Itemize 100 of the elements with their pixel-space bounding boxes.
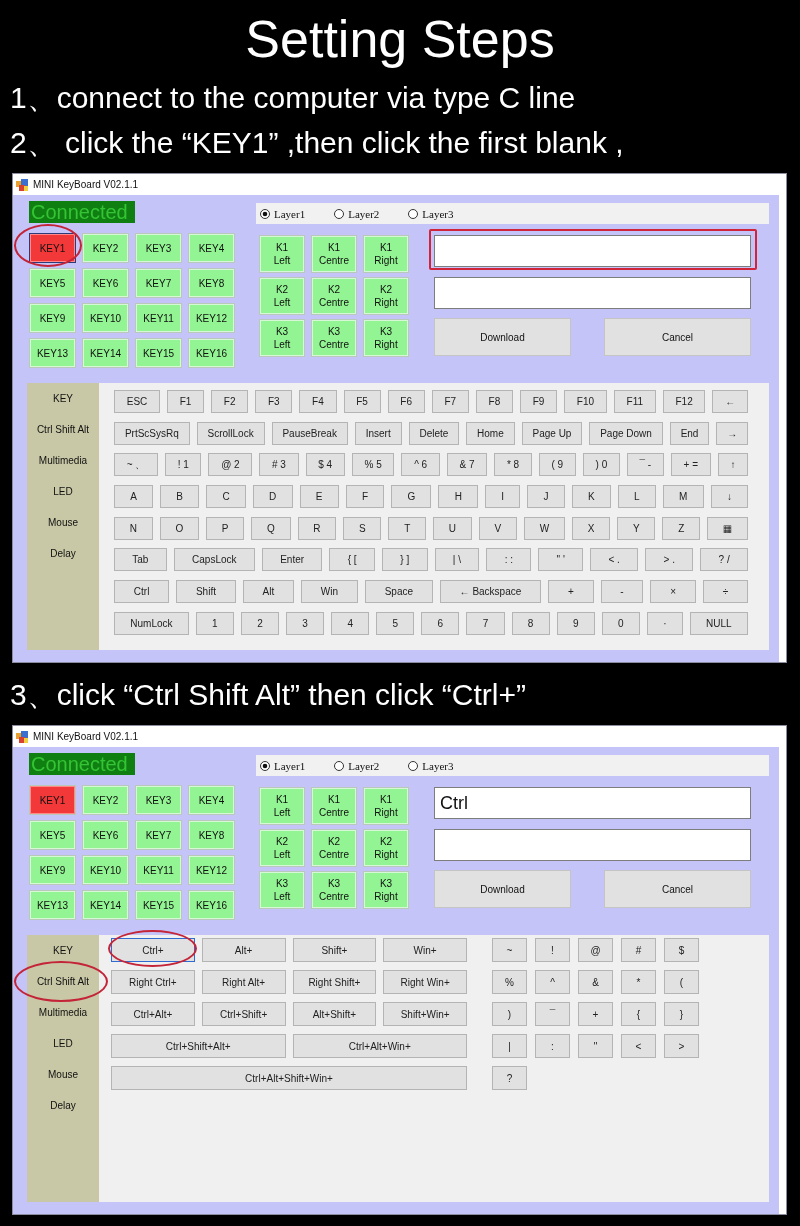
keyboard-key[interactable]: H	[438, 485, 479, 509]
sidebar-tab[interactable]: KEY	[27, 935, 99, 966]
modifier-button[interactable]: Right Win+	[383, 970, 467, 994]
knob-key-button[interactable]: K3 Right	[363, 871, 409, 909]
radio-icon[interactable]	[408, 760, 419, 771]
key-button[interactable]: KEY15	[135, 338, 182, 368]
keyboard-key[interactable]: R	[297, 516, 337, 540]
symbol-key[interactable]: ¯	[535, 1002, 570, 1026]
keyboard-key[interactable]: | \	[434, 548, 480, 572]
keyboard-key[interactable]: 2	[240, 611, 279, 635]
sidebar-tab[interactable]: KEY	[27, 383, 99, 414]
key-button[interactable]: KEY3	[135, 785, 182, 815]
keyboard-key[interactable]: ScrollLock	[196, 421, 265, 445]
keyboard-key[interactable]: +	[548, 580, 594, 604]
keyboard-key[interactable]: Alt	[242, 580, 295, 604]
keyboard-key[interactable]: Z	[662, 516, 700, 540]
layer-radio[interactable]: Layer1	[260, 759, 306, 772]
keyboard-key[interactable]: ×	[650, 580, 696, 604]
radio-icon[interactable]	[260, 760, 270, 771]
key-button[interactable]: KEY8	[188, 268, 235, 298]
sidebar-tab[interactable]: LED	[27, 1028, 99, 1059]
keyboard-key[interactable]: Shift	[176, 580, 236, 604]
symbol-key[interactable]: !	[535, 938, 570, 962]
keyboard-key[interactable]: U	[433, 516, 472, 540]
keyboard-key[interactable]: V	[478, 516, 518, 540]
keyboard-key[interactable]: J	[527, 485, 565, 509]
keyboard-key[interactable]: Enter	[261, 548, 323, 572]
keyboard-key[interactable]: ) 0	[582, 453, 620, 477]
keyboard-key[interactable]: F5	[343, 390, 381, 413]
key-button[interactable]: KEY7	[135, 268, 182, 298]
keyboard-key[interactable]: * 8	[494, 453, 532, 477]
knob-key-button[interactable]: K2 Centre	[311, 829, 357, 867]
keyboard-key[interactable]: % 5	[351, 453, 395, 477]
key-button[interactable]: KEY12	[188, 855, 235, 885]
key-button[interactable]: KEY5	[29, 268, 76, 298]
symbol-key[interactable]: <	[621, 1034, 656, 1058]
symbol-key[interactable]: &	[578, 970, 613, 994]
sidebar-tab[interactable]: Delay	[27, 1090, 99, 1121]
key-button[interactable]: KEY2	[82, 785, 129, 815]
modifier-button[interactable]: Right Ctrl+	[111, 970, 195, 994]
keyboard-key[interactable]: B	[160, 485, 200, 509]
knob-key-button[interactable]: K1 Right	[363, 235, 409, 273]
keyboard-key[interactable]: →	[716, 421, 749, 445]
keyboard-key[interactable]: @ 2	[208, 453, 253, 477]
keyboard-key[interactable]: F7	[431, 390, 469, 413]
sidebar-tab[interactable]: LED	[27, 476, 99, 507]
keyboard-key[interactable]: ^ 6	[401, 453, 440, 477]
keyboard-key[interactable]: Page Up	[521, 421, 583, 445]
keyboard-key[interactable]: Delete	[408, 421, 460, 445]
keyboard-key[interactable]: Ctrl	[114, 580, 170, 604]
knob-key-button[interactable]: K1 Left	[259, 235, 305, 273]
keyboard-key[interactable]: F10	[564, 390, 607, 413]
symbol-key[interactable]: {	[621, 1002, 656, 1026]
action-button[interactable]: Cancel	[604, 318, 751, 356]
layer-radio[interactable]: Layer1	[260, 207, 306, 220]
keyboard-key[interactable]: ▦	[707, 516, 748, 540]
keyboard-key[interactable]: X	[572, 516, 611, 540]
symbol-key[interactable]: "	[578, 1034, 613, 1058]
keyboard-key[interactable]: Win	[301, 580, 358, 604]
knob-key-button[interactable]: K2 Right	[363, 277, 409, 315]
radio-icon[interactable]	[334, 208, 345, 219]
modifier-button[interactable]: Win+	[383, 938, 467, 962]
key-button[interactable]: KEY10	[82, 303, 129, 333]
keyboard-key[interactable]: ↑	[717, 453, 749, 477]
keyboard-key[interactable]: Q	[251, 516, 291, 540]
keyboard-key[interactable]: $ 4	[305, 453, 345, 477]
layer-radio[interactable]: Layer3	[408, 759, 454, 772]
keyboard-key[interactable]: L	[617, 485, 656, 509]
keyboard-key[interactable]: E	[299, 485, 339, 509]
radio-icon[interactable]	[260, 208, 270, 219]
keyboard-key[interactable]: F8	[475, 390, 513, 413]
keyboard-key[interactable]: Space	[364, 580, 433, 604]
knob-key-button[interactable]: K2 Left	[259, 829, 305, 867]
input-field[interactable]: Ctrl	[434, 787, 751, 819]
keyboard-key[interactable]: F9	[520, 390, 558, 413]
symbol-key[interactable]: )	[492, 1002, 527, 1026]
key-button[interactable]: KEY9	[29, 855, 76, 885]
keyboard-key[interactable]: ¯ -	[626, 453, 664, 477]
key-button[interactable]: KEY4	[188, 233, 235, 263]
keyboard-key[interactable]: > .	[645, 548, 694, 572]
symbol-key[interactable]: +	[578, 1002, 613, 1026]
keyboard-key[interactable]: 3	[286, 611, 325, 635]
key-button[interactable]: KEY6	[82, 820, 129, 850]
keyboard-key[interactable]: ↓	[710, 485, 749, 509]
modifier-button[interactable]: Ctrl+Shift+	[201, 1002, 286, 1026]
action-button[interactable]: Download	[434, 870, 571, 908]
keyboard-key[interactable]: Page Down	[589, 421, 663, 445]
keyboard-key[interactable]: M	[662, 485, 704, 509]
keyboard-key[interactable]: 5	[376, 611, 415, 635]
symbol-key[interactable]: (	[664, 970, 699, 994]
keyboard-key[interactable]: G	[391, 485, 432, 509]
action-button[interactable]: Cancel	[604, 870, 751, 908]
keyboard-key[interactable]: ~ 、	[114, 453, 158, 477]
keyboard-key[interactable]: F11	[613, 390, 656, 413]
sidebar-tab[interactable]: Ctrl Shift Alt	[27, 414, 99, 445]
symbol-key[interactable]: :	[535, 1034, 570, 1058]
keyboard-key[interactable]: Insert	[354, 421, 402, 445]
keyboard-key[interactable]: A	[114, 485, 154, 509]
keyboard-key[interactable]: F4	[299, 390, 337, 413]
modifier-button[interactable]: Ctrl+	[111, 938, 195, 962]
